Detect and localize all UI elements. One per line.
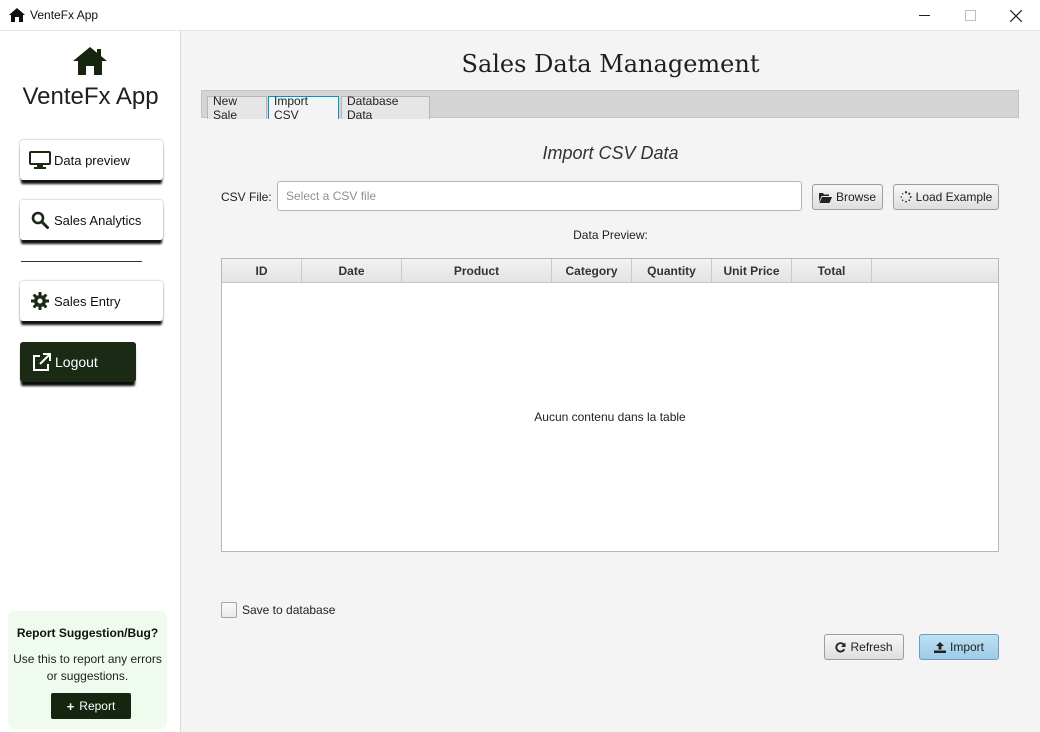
title-bar: VenteFx App [0, 0, 1040, 31]
save-to-database-checkbox[interactable]: Save to database [221, 602, 335, 618]
plus-icon: + [66, 698, 75, 714]
report-button-label: Report [79, 699, 116, 713]
column-header-category[interactable]: Category [552, 259, 632, 283]
import-label: Import [949, 640, 984, 654]
tab-import-csv[interactable]: Import CSV [268, 94, 339, 122]
monitor-icon [29, 150, 51, 170]
table-empty-message: Aucun contenu dans la table [534, 410, 686, 424]
refresh-icon [835, 641, 846, 653]
save-to-database-label: Save to database [242, 603, 336, 617]
logout-button[interactable]: Logout [20, 342, 136, 382]
table-header: ID Date Product Category Quantity Unit P… [222, 259, 998, 283]
window-title: VenteFx App [30, 8, 99, 22]
tab-database-data[interactable]: Database Data [341, 94, 430, 122]
tab-bar: New Sale Import CSV Database Data [201, 90, 1019, 122]
column-header-id[interactable]: ID [222, 259, 302, 283]
upload-icon [933, 641, 946, 653]
folder-open-icon [818, 192, 832, 203]
search-icon [29, 210, 51, 230]
checkbox-box[interactable] [221, 602, 237, 618]
column-header-unit-price[interactable]: Unit Price [712, 259, 792, 283]
maximize-icon [964, 10, 976, 21]
nav-data-preview-button[interactable]: Data preview [20, 140, 163, 180]
home-icon [73, 47, 107, 75]
maximize-button[interactable] [947, 0, 993, 31]
sidebar-brand: VenteFx App [22, 83, 159, 110]
close-icon [1010, 9, 1022, 22]
report-panel: Report Suggestion/Bug? Use this to repor… [8, 611, 167, 729]
close-button[interactable] [993, 0, 1039, 31]
report-button[interactable]: + Report [51, 693, 131, 719]
logout-label: Logout [55, 354, 98, 370]
sidebar-divider [21, 261, 142, 262]
data-preview-table[interactable]: ID Date Product Category Quantity Unit P… [221, 258, 999, 552]
refresh-label: Refresh [850, 640, 893, 654]
csv-file-input[interactable] [277, 181, 802, 211]
spinner-icon [900, 191, 912, 203]
report-title: Report Suggestion/Bug? [16, 626, 159, 640]
minimize-icon [918, 15, 930, 16]
page-title: Sales Data Management [461, 50, 760, 78]
load-example-button[interactable]: Load Example [893, 184, 999, 210]
main-content: Sales Data Management New Sale Import CS… [181, 31, 1040, 732]
column-header-quantity[interactable]: Quantity [632, 259, 712, 283]
browse-label: Browse [835, 190, 876, 204]
browse-button[interactable]: Browse [812, 184, 883, 210]
external-link-icon [30, 352, 52, 372]
csv-file-label: CSV File: [221, 190, 272, 204]
nav-sales-entry-button[interactable]: Sales Entry [20, 281, 163, 321]
refresh-button[interactable]: Refresh [824, 634, 904, 660]
minimize-button[interactable] [901, 0, 947, 31]
column-header-date[interactable]: Date [302, 259, 402, 283]
report-description: Use this to report any errors or suggest… [13, 652, 162, 683]
column-header-total[interactable]: Total [792, 259, 872, 283]
sidebar: VenteFx App Data preview Sales Analytics [0, 31, 181, 732]
nav-label: Sales Analytics [54, 212, 142, 228]
nav-sales-analytics-button[interactable]: Sales Analytics [20, 200, 163, 240]
column-header-product[interactable]: Product [402, 259, 552, 283]
load-example-label: Load Example [915, 190, 993, 204]
nav-label: Sales Entry [54, 293, 121, 309]
data-preview-label: Data Preview: [573, 228, 648, 242]
section-title: Import CSV Data [542, 143, 679, 163]
nav-label: Data preview [54, 152, 130, 168]
gear-icon [29, 291, 51, 311]
import-button[interactable]: Import [919, 634, 999, 660]
tab-new-sale[interactable]: New Sale [207, 94, 267, 122]
home-icon [9, 8, 25, 22]
